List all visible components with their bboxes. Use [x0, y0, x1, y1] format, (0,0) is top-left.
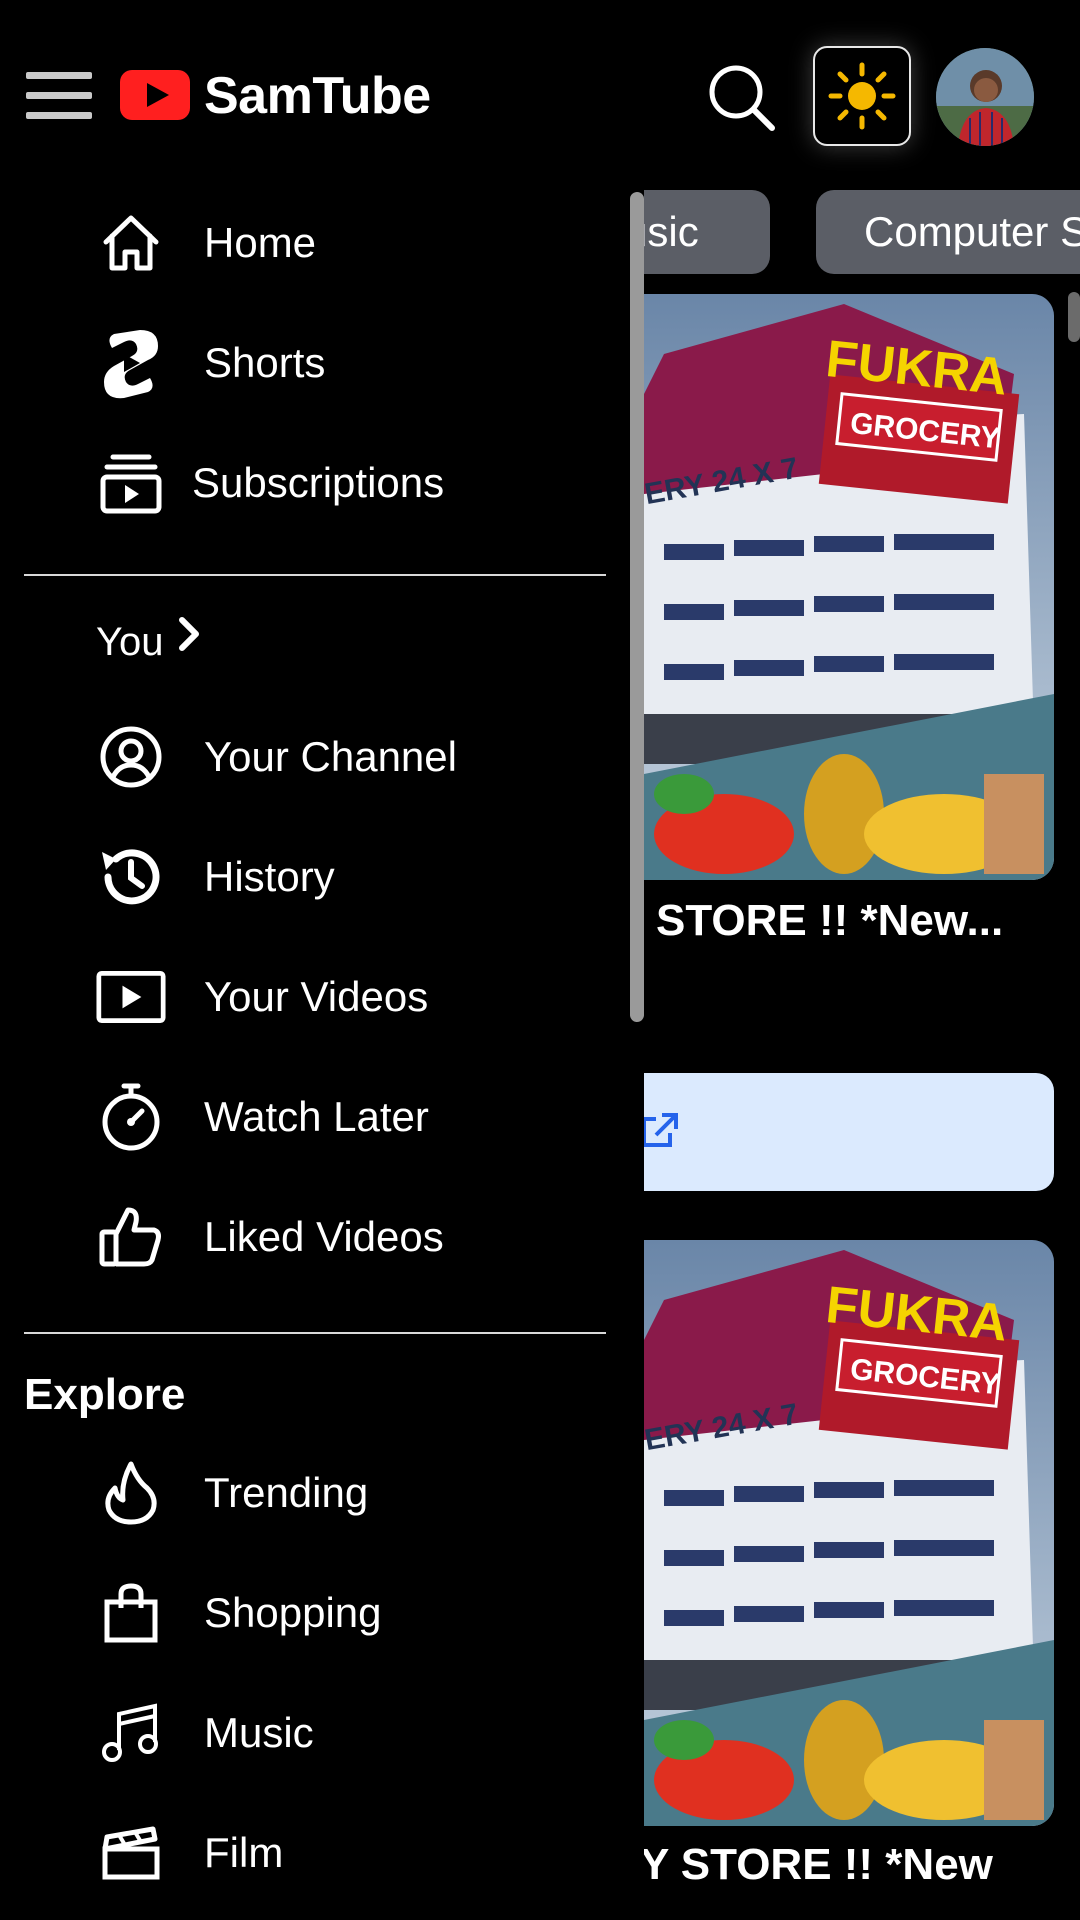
sidebar-item-label: Liked Videos — [204, 1213, 444, 1260]
sidebar-item-subscriptions[interactable]: Subscriptions — [0, 438, 606, 528]
explore-heading: Explore — [24, 1370, 186, 1419]
sidebar-item-label: Watch Later — [204, 1093, 429, 1140]
user-circle-icon — [96, 722, 166, 792]
sun-icon — [828, 62, 896, 130]
thumbs-up-icon — [96, 1202, 166, 1272]
sidebar-item-shopping[interactable]: Shopping — [0, 1568, 606, 1658]
sidebar-divider — [24, 1332, 606, 1334]
stopwatch-icon — [96, 1082, 166, 1152]
sidebar-you-link[interactable]: You — [96, 616, 204, 665]
sponsored-link-card[interactable] — [644, 1073, 1054, 1191]
external-link-icon — [644, 1113, 678, 1147]
video-thumbnail[interactable]: FUKRA GROCERY ERY 24 X 7 — [644, 294, 1054, 880]
content-scrollbar[interactable] — [1068, 292, 1080, 342]
subscriptions-icon — [96, 448, 166, 518]
menu-icon[interactable] — [26, 72, 92, 120]
main-content: usic Computer S FUKRA GROCERY ERY 24 X — [644, 190, 1080, 1920]
shopping-bag-icon — [96, 1578, 166, 1648]
top-header: SamTube — [0, 0, 1080, 190]
app-logo-text[interactable]: SamTube — [204, 66, 431, 126]
sidebar-item-label: History — [204, 853, 335, 900]
shorts-icon — [96, 328, 166, 399]
chip-label: Computer S — [864, 208, 1080, 255]
history-icon — [96, 842, 166, 912]
sidebar-item-label: Film — [204, 1829, 284, 1876]
sidebar-item-label: Your Videos — [204, 973, 429, 1020]
search-icon[interactable] — [706, 62, 778, 134]
sidebar-item-history[interactable]: History — [0, 832, 606, 922]
sidebar-item-film[interactable]: Film — [0, 1808, 606, 1898]
sidebar-item-label: Trending — [204, 1469, 369, 1516]
sidebar-item-music[interactable]: Music — [0, 1688, 606, 1778]
music-note-icon — [96, 1698, 166, 1768]
theme-toggle-button[interactable] — [813, 46, 911, 146]
category-chip[interactable]: Computer S — [816, 190, 1080, 274]
chip-label: usic — [644, 208, 699, 255]
category-chip[interactable]: usic — [644, 190, 770, 274]
video-thumbnail[interactable]: FUKRA GROCERY ERY 24 X 7 — [644, 1240, 1054, 1826]
sidebar-item-your-videos[interactable]: Your Videos — [0, 952, 606, 1042]
video-play-icon — [96, 962, 166, 1032]
sidebar-item-your-channel[interactable]: Your Channel — [0, 712, 606, 802]
home-icon — [96, 208, 166, 278]
sidebar-item-home[interactable]: Home — [0, 198, 606, 288]
sidebar-item-label: Your Channel — [204, 733, 457, 780]
you-label: You — [96, 620, 164, 664]
sidebar: Home Shorts Subscriptions You Your Chann… — [0, 190, 630, 1920]
flame-icon — [96, 1458, 166, 1528]
sidebar-divider — [24, 574, 606, 576]
sidebar-item-shorts[interactable]: Shorts — [0, 318, 606, 408]
chevron-right-icon — [178, 616, 199, 651]
video-title[interactable]: STORE !! *New... — [656, 896, 1003, 946]
sidebar-item-label: Shopping — [204, 1589, 382, 1636]
play-logo-icon[interactable] — [120, 70, 190, 120]
avatar[interactable] — [936, 48, 1034, 146]
sidebar-item-watch-later[interactable]: Watch Later — [0, 1072, 606, 1162]
sidebar-item-label: Music — [204, 1709, 314, 1756]
sidebar-item-label: Subscriptions — [192, 459, 445, 506]
sidebar-scrollbar[interactable] — [630, 192, 644, 1022]
video-title[interactable]: Y STORE !! *New — [644, 1840, 993, 1890]
sidebar-item-liked-videos[interactable]: Liked Videos — [0, 1192, 606, 1282]
sidebar-item-label: Shorts — [204, 339, 326, 386]
sidebar-item-trending[interactable]: Trending — [0, 1448, 606, 1538]
clapperboard-icon — [96, 1818, 166, 1888]
sidebar-item-label: Home — [204, 219, 317, 266]
